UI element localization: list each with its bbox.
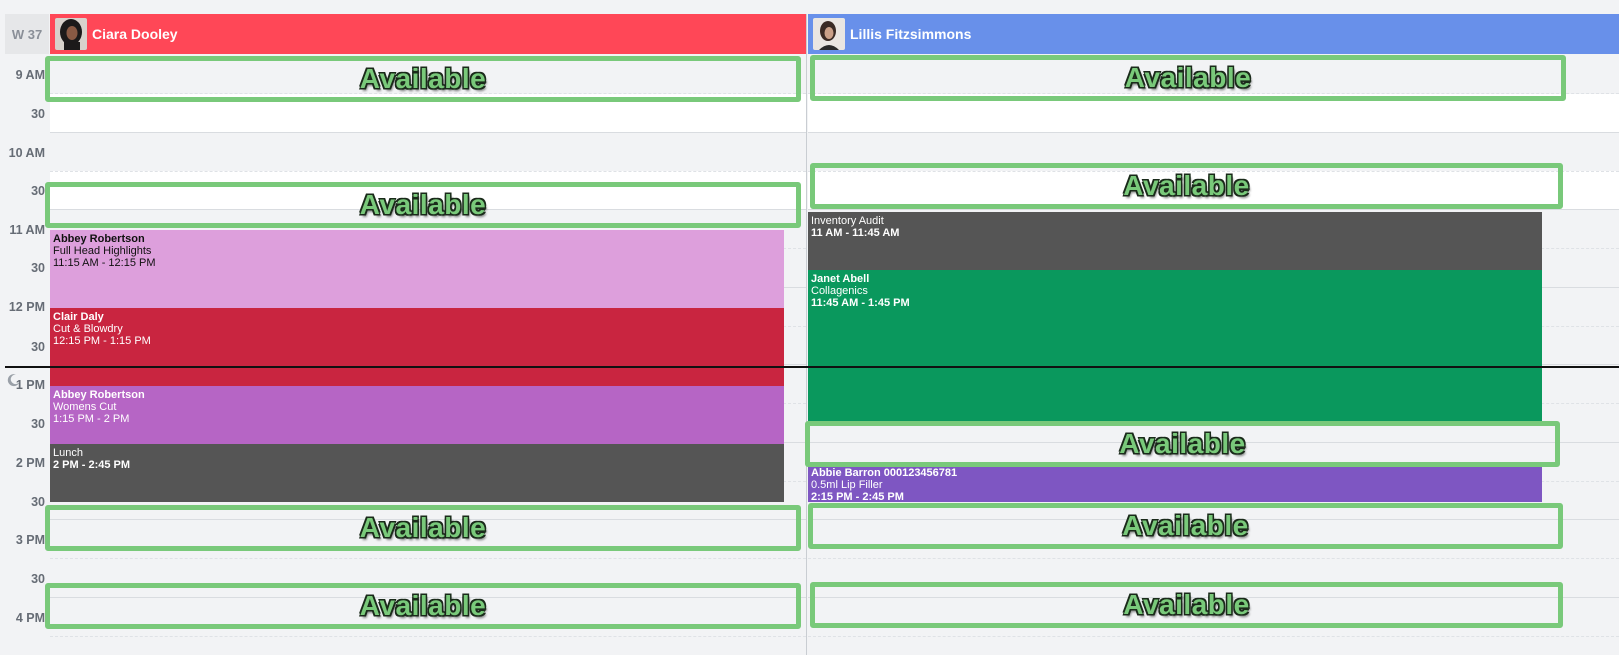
- block-inventory-audit[interactable]: Inventory Audit 11 AM - 11:45 AM: [808, 212, 1542, 270]
- time-label: 11 AM: [9, 223, 45, 237]
- time-label: 3 PM: [15, 533, 45, 547]
- available-label: Available: [359, 63, 487, 94]
- available-slot[interactable]: Available: [45, 182, 801, 228]
- event-service: Full Head Highlights: [53, 245, 152, 257]
- time-label: 30: [31, 340, 45, 354]
- time-label: 30: [31, 107, 45, 121]
- available-slot[interactable]: Available: [45, 505, 801, 551]
- available-label: Available: [359, 590, 487, 621]
- time-axis: 9 AM 30 10 AM 30 11 AM 30 12 PM 30 1 PM …: [5, 54, 49, 655]
- available-label: Available: [359, 189, 487, 220]
- time-label: 30: [31, 184, 45, 198]
- appointment-abbey-robertson-highlights[interactable]: Abbey Robertson Full Head Highlights 11:…: [50, 230, 784, 308]
- available-slot[interactable]: Available: [805, 421, 1560, 467]
- available-slot[interactable]: Available: [45, 583, 801, 629]
- event-time: 11:45 AM - 1:45 PM: [811, 297, 910, 309]
- appointment-abbey-robertson-cut[interactable]: Abbey Robertson Womens Cut 1:15 PM - 2 P…: [50, 386, 784, 444]
- available-slot[interactable]: Available: [810, 163, 1563, 209]
- appointment-janet-abell[interactable]: Janet Abell Collagenics 11:45 AM - 1:45 …: [808, 270, 1542, 426]
- week-number: W 37: [5, 14, 49, 54]
- time-label: 30: [31, 261, 45, 275]
- calendar-column-ciara[interactable]: Abbey Robertson Full Head Highlights 11:…: [50, 54, 806, 655]
- staff-header-ciara[interactable]: Ciara Dooley: [50, 14, 806, 54]
- available-slot[interactable]: Available: [810, 582, 1563, 628]
- staff-avatar: [813, 18, 845, 50]
- event-service: Womens Cut: [53, 401, 117, 413]
- staff-name: Ciara Dooley: [92, 26, 178, 42]
- time-label: 4 PM: [15, 611, 45, 625]
- column-divider: [806, 14, 807, 655]
- time-label: 30: [31, 495, 45, 509]
- time-label: 12 PM: [8, 300, 45, 314]
- available-label: Available: [1123, 170, 1250, 201]
- event-title: Abbey Robertson: [53, 389, 145, 401]
- available-label: Available: [1122, 510, 1249, 541]
- appointment-clair-daly[interactable]: Clair Daly Cut & Blowdry 12:15 PM - 1:15…: [50, 308, 784, 386]
- available-label: Available: [359, 512, 487, 543]
- block-lunch[interactable]: Lunch 2 PM - 2:45 PM: [50, 444, 784, 502]
- time-label: 10 AM: [8, 146, 45, 160]
- time-label: 30: [31, 417, 45, 431]
- event-time: 2 PM - 2:45 PM: [53, 459, 131, 471]
- event-time: 2:15 PM - 2:45 PM: [811, 491, 904, 502]
- current-time-line: [5, 366, 1619, 368]
- available-label: Available: [1123, 589, 1250, 620]
- time-label: 9 AM: [15, 68, 45, 82]
- event-time: 1:15 PM - 2 PM: [53, 413, 130, 425]
- available-label: Available: [1124, 62, 1252, 93]
- event-title: Janet Abell: [811, 273, 870, 285]
- time-label: 30: [31, 572, 45, 586]
- available-label: Available: [1119, 428, 1246, 459]
- event-time: 11 AM - 11:45 AM: [811, 227, 900, 239]
- event-title: Inventory Audit: [811, 215, 884, 227]
- event-service: Collagenics: [811, 285, 868, 297]
- event-service: 0.5ml Lip Filler: [811, 479, 883, 491]
- event-title: Abbey Robertson: [53, 233, 145, 245]
- moon-icon: [7, 374, 20, 387]
- event-time: 12:15 PM - 1:15 PM: [53, 335, 151, 347]
- event-title: Abbie Barron 000123456781: [811, 467, 958, 479]
- available-slot[interactable]: Available: [45, 56, 801, 102]
- time-label: 2 PM: [15, 456, 45, 470]
- event-service: Cut & Blowdry: [53, 323, 123, 335]
- available-slot[interactable]: Available: [810, 55, 1566, 101]
- available-slot[interactable]: Available: [808, 503, 1563, 549]
- staff-name: Lillis Fitzsimmons: [850, 26, 972, 42]
- appointment-abbie-barron[interactable]: Abbie Barron 000123456781 0.5ml Lip Fill…: [808, 464, 1542, 502]
- event-title: Clair Daly: [53, 311, 104, 323]
- calendar-column-lillis[interactable]: Inventory Audit 11 AM - 11:45 AM Janet A…: [808, 54, 1619, 655]
- staff-avatar: [55, 18, 87, 50]
- staff-header-lillis[interactable]: Lillis Fitzsimmons: [808, 14, 1619, 54]
- event-title: Lunch: [53, 447, 83, 459]
- event-time: 11:15 AM - 12:15 PM: [53, 257, 156, 269]
